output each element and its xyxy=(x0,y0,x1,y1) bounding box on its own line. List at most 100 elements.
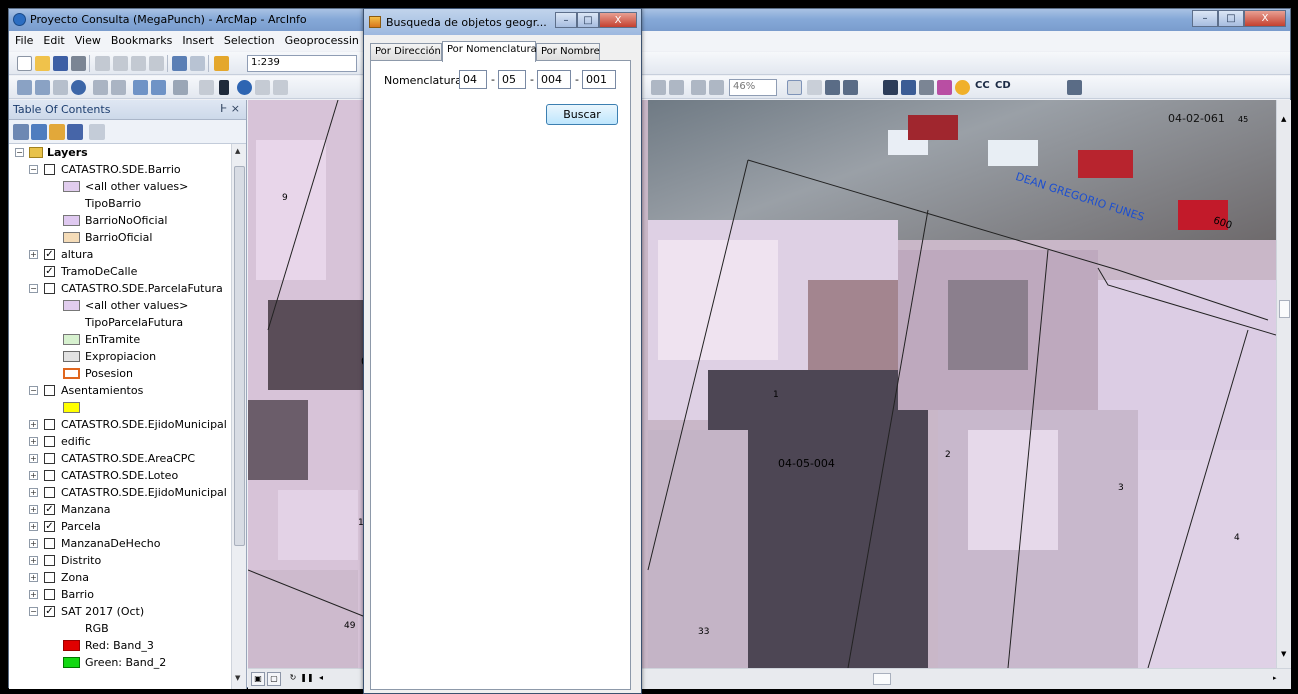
map-label-parcel-code: 04-02-061 xyxy=(1168,112,1225,125)
select-elements-icon[interactable] xyxy=(219,80,229,95)
globe-tool-icon[interactable] xyxy=(955,80,970,95)
layout-view-button[interactable]: ▣ xyxy=(251,672,265,686)
fixed-zoom-out-icon[interactable] xyxy=(111,80,126,95)
new-document-icon[interactable] xyxy=(17,56,32,71)
search-tool-icon[interactable] xyxy=(937,80,952,95)
map-label-number: 49 xyxy=(344,621,356,631)
print-icon[interactable] xyxy=(71,56,86,71)
title-bar: Proyecto Consulta (MegaPunch) - ArcMap -… xyxy=(9,9,1290,31)
map-label-number: 9 xyxy=(282,193,288,203)
map-vscroll-thumb[interactable] xyxy=(1279,300,1290,318)
open-folder-icon[interactable] xyxy=(35,56,50,71)
forward-extent-icon[interactable] xyxy=(151,80,166,95)
map-scale-combo[interactable]: 1:239 xyxy=(247,55,357,72)
layers-icon xyxy=(29,147,43,158)
toc-scroll-thumb[interactable] xyxy=(234,166,245,546)
back-extent-icon[interactable] xyxy=(133,80,148,95)
dialog-maximize-button[interactable]: □ xyxy=(577,12,599,28)
menu-edit[interactable]: Edit xyxy=(38,31,69,47)
toc-options-icon[interactable] xyxy=(89,124,105,140)
html-popup-icon[interactable] xyxy=(273,80,288,95)
refresh-icon[interactable]: ↻ xyxy=(286,672,300,686)
toc-toolbar xyxy=(9,120,246,144)
full-extent-icon[interactable] xyxy=(71,80,86,95)
dialog-app-icon xyxy=(369,16,381,28)
maximize-button[interactable]: □ xyxy=(1218,10,1244,27)
zoom-out-icon[interactable] xyxy=(35,80,50,95)
cd-tool[interactable]: CD xyxy=(995,80,1011,91)
dialog-close-button[interactable]: X xyxy=(599,12,637,28)
nomenclatura-field-4[interactable]: 001 xyxy=(582,70,616,89)
paste-icon[interactable] xyxy=(131,56,146,71)
map-label-number: 4 xyxy=(1234,533,1240,543)
layout-zoom-combo[interactable]: 46% xyxy=(729,79,777,96)
nomenclatura-field-2[interactable]: 05 xyxy=(498,70,526,89)
list-by-source-icon[interactable] xyxy=(31,124,47,140)
close-button[interactable]: X xyxy=(1244,10,1286,27)
tab-por-nombre[interactable]: Por Nombre xyxy=(536,43,600,61)
search-dialog: Busqueda de objetos geogr... – □ X Por D… xyxy=(363,8,642,694)
buscar-button[interactable]: Buscar xyxy=(546,104,618,125)
change-layout-icon[interactable] xyxy=(825,80,840,95)
select-features-icon[interactable] xyxy=(173,80,188,95)
delete-icon[interactable] xyxy=(149,56,164,71)
zoom-page-icon[interactable] xyxy=(669,80,684,95)
arcmap-window: Proyecto Consulta (MegaPunch) - ArcMap -… xyxy=(8,8,1291,689)
scroll-left-icon[interactable]: ◂ xyxy=(314,672,328,686)
zoom-100-icon[interactable] xyxy=(709,80,724,95)
menu-bar: File Edit View Bookmarks Insert Selection Geop… xyxy=(9,31,1290,51)
window-title: Proyecto Consulta (MegaPunch) - ArcMap -… xyxy=(30,13,307,26)
redo-icon[interactable] xyxy=(190,56,205,71)
copy-icon[interactable] xyxy=(113,56,128,71)
map-vertical-scrollbar[interactable]: ▲ ▼ xyxy=(1276,100,1291,668)
tab-por-nomenclatura[interactable]: Por Nomenclatura xyxy=(442,41,537,62)
list-by-visibility-icon[interactable] xyxy=(49,124,65,140)
undo-icon[interactable] xyxy=(172,56,187,71)
nomenclatura-field-3[interactable]: 004 xyxy=(537,70,571,89)
pause-icon[interactable]: ❚❚ xyxy=(300,672,314,686)
tab-por-direccion[interactable]: Por Dirección xyxy=(370,43,442,61)
table-icon[interactable] xyxy=(883,80,898,95)
menu-geoprocessing[interactable]: Geoprocessin xyxy=(280,31,364,47)
hyperlink-icon[interactable] xyxy=(255,80,270,95)
menu-bookmarks[interactable]: Bookmarks xyxy=(106,31,177,47)
nomenclatura-label: Nomenclatura: xyxy=(384,74,466,87)
map-label-number: 3 xyxy=(1118,483,1124,493)
list-by-drawing-order-icon[interactable] xyxy=(13,124,29,140)
report-icon[interactable] xyxy=(901,80,916,95)
edit-tool-icon[interactable] xyxy=(919,80,934,95)
standard-toolbar: 1:239 xyxy=(9,52,1290,75)
tools-toolbar: 46% CC CD xyxy=(9,76,1290,99)
focus-frame-icon[interactable] xyxy=(807,80,822,95)
save-icon[interactable] xyxy=(53,56,68,71)
toc-scrollbar[interactable]: ▲ ▼ xyxy=(231,144,246,689)
data-view-button[interactable]: ▢ xyxy=(267,672,281,686)
data-driven-pages-icon[interactable] xyxy=(843,80,858,95)
cc-tool[interactable]: CC xyxy=(975,80,990,91)
toggle-draft-icon[interactable] xyxy=(787,80,802,95)
add-data-icon[interactable] xyxy=(214,56,229,71)
extra-tool-icon[interactable] xyxy=(1067,80,1082,95)
list-by-selection-icon[interactable] xyxy=(67,124,83,140)
zoom-whole-icon[interactable] xyxy=(691,80,706,95)
toc-pin-close-icon[interactable]: Ͱ × xyxy=(220,102,240,115)
menu-insert[interactable]: Insert xyxy=(177,31,219,47)
map-label-number: 2 xyxy=(945,450,951,460)
pan-icon[interactable] xyxy=(53,80,68,95)
toc-header: Table Of Contents Ͱ × xyxy=(9,100,246,120)
zoom-layer-icon[interactable] xyxy=(651,80,666,95)
menu-selection[interactable]: Selection xyxy=(219,31,280,47)
menu-file[interactable]: File xyxy=(9,31,38,47)
fixed-zoom-in-icon[interactable] xyxy=(93,80,108,95)
menu-view[interactable]: View xyxy=(70,31,106,47)
zoom-in-icon[interactable] xyxy=(17,80,32,95)
identify-icon[interactable] xyxy=(237,80,252,95)
minimize-button[interactable]: – xyxy=(1192,10,1218,27)
cut-icon[interactable] xyxy=(95,56,110,71)
clear-selection-icon[interactable] xyxy=(199,80,214,95)
map-hscroll-thumb[interactable] xyxy=(873,673,891,685)
toc-title: Table Of Contents xyxy=(13,103,111,116)
dialog-minimize-button[interactable]: – xyxy=(555,12,577,28)
nomenclatura-field-1[interactable]: 04 xyxy=(459,70,487,89)
table-of-contents: Table Of Contents Ͱ × − Layers − CATASTR… xyxy=(9,100,247,689)
